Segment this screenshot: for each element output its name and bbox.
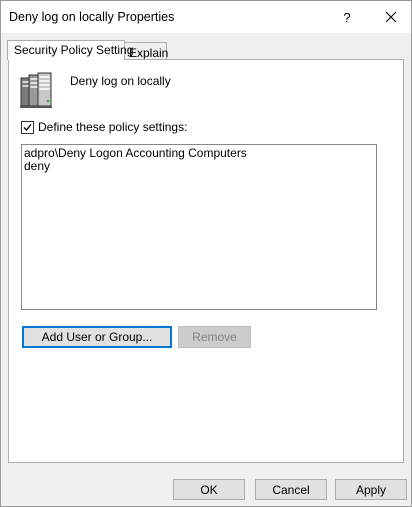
cancel-button[interactable]: Cancel <box>255 479 327 500</box>
tab-strip: Security Policy Setting Explain <box>1 33 411 60</box>
list-item[interactable]: deny <box>24 160 376 173</box>
tab-label: Explain <box>129 46 169 60</box>
define-settings-checkbox[interactable] <box>21 120 34 134</box>
policy-name: Deny log on locally <box>70 74 171 88</box>
ok-button[interactable]: OK <box>173 479 245 500</box>
define-settings-row[interactable]: Define these policy settings: <box>21 120 187 134</box>
title-bar[interactable]: Deny log on locally Properties ? <box>1 1 411 33</box>
apply-button[interactable]: Apply <box>335 479 407 500</box>
define-settings-label: Define these policy settings: <box>38 120 188 134</box>
close-icon <box>385 11 397 23</box>
tab-panel-security-policy: Deny log on locally Define these policy … <box>8 59 404 463</box>
checkmark-icon <box>23 123 32 131</box>
remove-button[interactable]: Remove <box>178 326 251 348</box>
add-user-or-group-button[interactable]: Add User or Group... <box>22 326 172 348</box>
properties-dialog: Deny log on locally Properties ? Securit… <box>0 0 412 507</box>
help-label: ? <box>343 9 351 25</box>
server-icon <box>20 72 52 108</box>
list-item[interactable]: adpro\Deny Logon Accounting Computers <box>24 147 376 160</box>
close-button[interactable] <box>371 1 411 33</box>
tab-security-policy-setting[interactable]: Security Policy Setting <box>7 40 133 60</box>
tab-label: Security Policy Setting <box>14 43 134 57</box>
help-button[interactable]: ? <box>327 1 367 33</box>
window-title: Deny log on locally Properties <box>9 10 175 24</box>
members-listbox[interactable]: adpro\Deny Logon Accounting Computers de… <box>21 144 377 310</box>
